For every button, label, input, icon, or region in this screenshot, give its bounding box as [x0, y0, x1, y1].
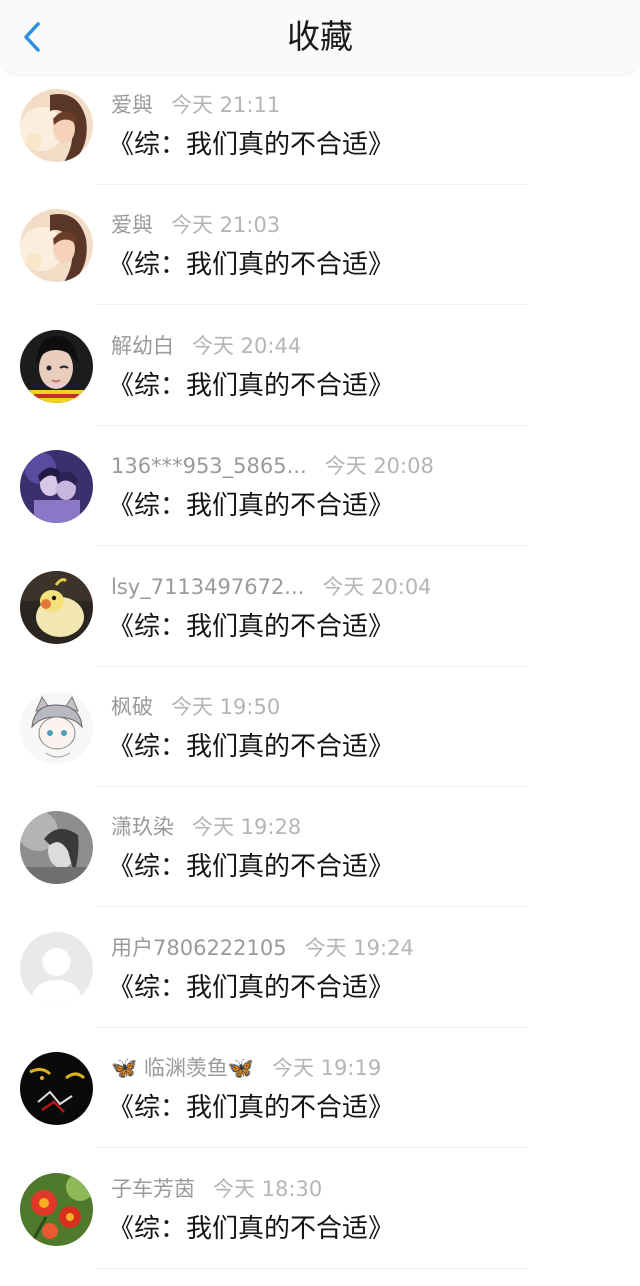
list-item[interactable]: 用户7806222105 今天 19:24 《综：我们真的不合适》 — [0, 925, 640, 1045]
divider — [96, 1147, 528, 1149]
divider — [96, 906, 528, 908]
username[interactable]: 枫破 — [111, 692, 153, 722]
list-item[interactable]: 枫破 今天 19:50 《综：我们真的不合适》 — [0, 684, 640, 804]
username[interactable]: lsy_7113497672... — [111, 572, 304, 602]
timestamp: 今天 21:11 — [171, 93, 281, 117]
username[interactable]: 用户7806222105 — [111, 933, 287, 963]
username[interactable]: 潇玖染 — [111, 812, 174, 842]
username[interactable]: 爱與 — [111, 210, 153, 240]
list-item[interactable]: 解幼白 今天 20:44 《综：我们真的不合适》 — [0, 323, 640, 443]
timestamp: 今天 19:19 — [271, 1056, 382, 1081]
timestamp: 今天 20:04 — [322, 574, 432, 599]
list-item[interactable]: 136***953_5865... 今天 20:08 《综：我们真的不合适》 — [0, 443, 640, 563]
username[interactable]: 爱與 — [111, 90, 153, 120]
timestamp: 今天 19:50 — [171, 694, 281, 719]
avatar[interactable] — [20, 209, 93, 283]
book-title[interactable]: 《综：我们真的不合适》 — [108, 608, 394, 646]
book-title[interactable]: 《综：我们真的不合适》 — [108, 487, 394, 525]
list-item[interactable]: 🦋 临渊羡鱼🦋 今天 19:19 《综：我们真的不合适》 — [0, 1045, 640, 1165]
book-title[interactable]: 《综：我们真的不合适》 — [108, 969, 394, 1007]
username[interactable]: 子车芳茵 — [111, 1174, 195, 1204]
top-bar: 收藏 — [0, 0, 640, 74]
divider — [96, 665, 528, 667]
timestamp: 今天 20:08 — [324, 454, 434, 479]
divider — [96, 304, 528, 306]
timestamp: 今天 19:28 — [192, 815, 302, 840]
avatar[interactable] — [20, 811, 93, 885]
book-title[interactable]: 《综：我们真的不合适》 — [108, 246, 394, 284]
avatar[interactable] — [20, 329, 93, 403]
username[interactable]: 136***953_5865... — [111, 451, 307, 481]
username[interactable]: 🦋 临渊羡鱼🦋 — [111, 1053, 254, 1083]
divider — [96, 184, 528, 185]
avatar[interactable] — [20, 89, 93, 162]
book-title[interactable]: 《综：我们真的不合适》 — [108, 367, 394, 405]
divider — [96, 1267, 528, 1269]
list-item[interactable]: 爱與 今天 21:03 《综：我们真的不合适》 — [0, 202, 640, 322]
username[interactable]: 解幼白 — [111, 331, 174, 361]
divider — [96, 545, 528, 547]
avatar[interactable] — [20, 1052, 93, 1126]
timestamp: 今天 20:44 — [192, 333, 302, 358]
list-item[interactable]: 子车芳茵 今天 18:30 《综：我们真的不合适》 — [0, 1166, 640, 1286]
timestamp: 今天 18:30 — [213, 1176, 323, 1201]
book-title[interactable]: 《综：我们真的不合适》 — [108, 126, 394, 164]
divider — [96, 785, 528, 787]
avatar[interactable] — [20, 931, 93, 1005]
book-title[interactable]: 《综：我们真的不合适》 — [108, 1210, 394, 1248]
book-title[interactable]: 《综：我们真的不合适》 — [108, 848, 394, 886]
divider — [96, 424, 528, 426]
favorites-list: 爱與 今天 21:11 《综：我们真的不合适》 爱與 今天 21:03 《综：我们真… — [0, 82, 640, 1286]
divider — [96, 1026, 528, 1028]
timestamp: 今天 21:03 — [171, 213, 281, 238]
timestamp: 今天 19:24 — [304, 935, 414, 960]
avatar[interactable] — [20, 570, 93, 644]
book-title[interactable]: 《综：我们真的不合适》 — [108, 1089, 394, 1127]
avatar[interactable] — [20, 450, 93, 524]
page-title: 收藏 — [287, 17, 353, 56]
avatar[interactable] — [20, 1172, 93, 1246]
book-title[interactable]: 《综：我们真的不合适》 — [108, 728, 394, 766]
list-item[interactable]: 爱與 今天 21:11 《综：我们真的不合适》 — [0, 82, 640, 202]
list-item[interactable]: lsy_7113497672... 今天 20:04 《综：我们真的不合适》 — [0, 564, 640, 684]
list-item[interactable]: 潇玖染 今天 19:28 《综：我们真的不合适》 — [0, 804, 640, 924]
avatar[interactable] — [20, 690, 93, 764]
